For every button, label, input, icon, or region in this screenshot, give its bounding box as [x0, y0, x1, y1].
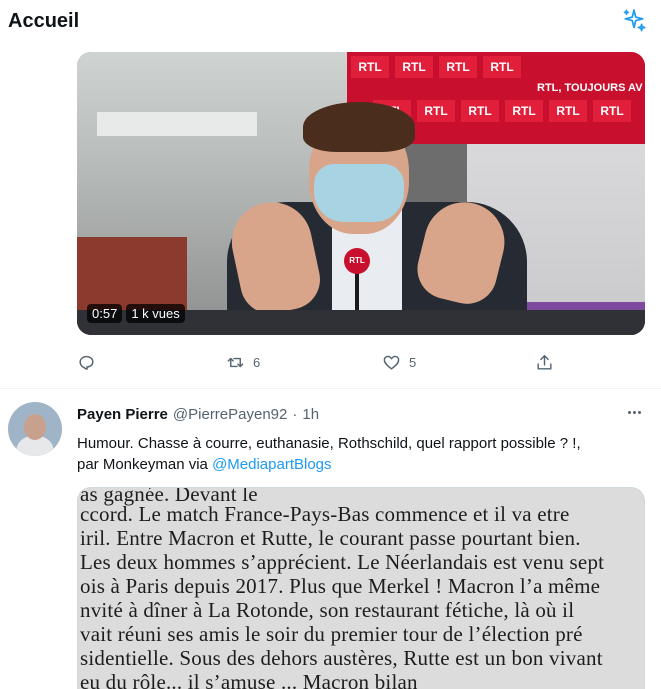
scan-text-line: ccord. Le match France-Pays-Bas commence… [80, 502, 570, 526]
more-dot [627, 410, 631, 414]
microphone-icon: RTL [344, 248, 370, 274]
tweet-timestamp[interactable]: 1h [302, 406, 319, 423]
retweet-count: 6 [253, 354, 261, 370]
scan-text-line: ois à Paris depuis 2017. Plus que Merkel… [80, 574, 601, 598]
scan-text-line: eu du rôle... il s’amuse ... Macron bila… [80, 670, 418, 689]
video-player[interactable]: RTL RTL RTL RTL RTL RTL RTL RTL RTL RTL … [77, 52, 645, 335]
newspaper-scan-image[interactable]: as gagnée. Devant le ccord. Le match Fra… [77, 487, 645, 689]
scan-text-line: nvité à dîner à La Rotonde, son restaura… [80, 598, 575, 622]
avatar-face [24, 414, 46, 440]
like-button[interactable]: 5 [382, 348, 416, 376]
mention-link[interactable]: @MediapartBlogs [212, 456, 331, 473]
avatar[interactable] [8, 402, 62, 456]
video-studio-light [97, 112, 257, 136]
rtl-logo-tile: RTL [483, 56, 521, 78]
like-count: 5 [409, 354, 417, 370]
speaker-face-mask [314, 164, 404, 222]
video-banner-text: RTL, TOUJOURS AV [537, 82, 643, 94]
rtl-logo-tile: RTL [439, 56, 477, 78]
rtl-logo-tile: RTL [417, 100, 455, 122]
scan-text-line: sidentielle. Sous des dehors austères, R… [80, 646, 603, 670]
heart-icon [383, 355, 400, 370]
tweet-divider [0, 388, 661, 389]
top-header: Accueil [0, 0, 661, 44]
retweet-icon [227, 357, 244, 367]
speaker-hair [303, 102, 415, 152]
tweet-header: Payen Pierre @PierrePayen92 · 1h [77, 404, 319, 424]
retweet-button[interactable]: 6 [226, 348, 260, 376]
separator-dot: · [292, 405, 298, 423]
scan-text-line: vait réuni ses amis le soir du premier t… [80, 622, 583, 646]
reply-button[interactable] [77, 348, 104, 376]
rtl-logo-tile: RTL [351, 56, 389, 78]
tweet-action-bar: 6 5 [77, 348, 567, 376]
share-button[interactable] [535, 348, 554, 376]
reply-icon [79, 355, 94, 370]
video-meta-overlay: 0:57 1 k vues [87, 304, 185, 323]
tweet-text: Humour. Chasse à courre, euthanasie, Rot… [77, 433, 647, 475]
share-icon [537, 354, 552, 370]
scan-text-line: iril. Entre Macron et Rutte, le courant … [80, 526, 581, 550]
scan-text-line: Les deux hommes s’apprécient. Le Néerlan… [80, 550, 605, 574]
tweet-text-line: par Monkeyman via @MediapartBlogs [77, 454, 647, 475]
sparkle-icon[interactable] [621, 8, 647, 34]
more-dot [637, 410, 641, 414]
page-title: Accueil [8, 10, 80, 32]
more-dot [632, 410, 636, 414]
tweet-text-prefix: par Monkeyman via [77, 456, 213, 473]
video-view-count: 1 k vues [126, 304, 185, 323]
rtl-logo-tile: RTL [593, 100, 631, 122]
more-options-button[interactable] [622, 402, 646, 422]
rtl-logo-tile: RTL [505, 100, 543, 122]
author-name[interactable]: Payen Pierre [77, 406, 168, 423]
rtl-logo-tile: RTL [395, 56, 433, 78]
author-handle[interactable]: @PierrePayen92 [173, 406, 287, 423]
video-duration: 0:57 [87, 304, 123, 323]
rtl-logo-tile: RTL [461, 100, 499, 122]
tweet-text-line: Humour. Chasse à courre, euthanasie, Rot… [77, 435, 581, 452]
rtl-logo-tile: RTL [549, 100, 587, 122]
